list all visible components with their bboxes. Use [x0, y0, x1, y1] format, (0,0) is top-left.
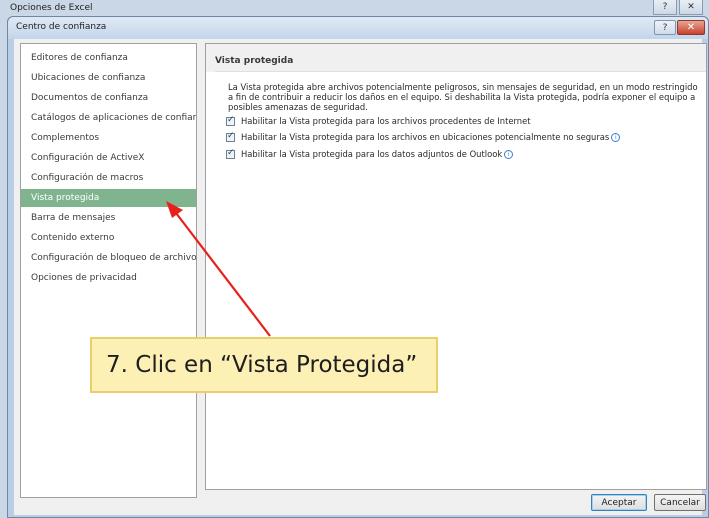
section-header: Vista protegida: [206, 44, 706, 72]
accept-button[interactable]: Aceptar: [591, 494, 647, 511]
option-internet-files[interactable]: Habilitar la Vista protegida para los ar…: [226, 115, 531, 127]
section-divider: [215, 71, 706, 72]
sidebar-item-file-block-settings[interactable]: Configuración de bloqueo de archivos: [21, 249, 196, 267]
background-window-title: Opciones de Excel: [10, 3, 93, 13]
info-icon[interactable]: i: [611, 132, 621, 142]
sidebar-item-privacy-options[interactable]: Opciones de privacidad: [21, 269, 196, 287]
sidebar-item-trusted-documents[interactable]: Documentos de confianza: [21, 89, 196, 107]
sidebar-item-trusted-publishers[interactable]: Editores de confianza: [21, 49, 196, 67]
protected-view-description: La Vista protegida abre archivos potenci…: [228, 82, 698, 112]
background-help-button[interactable]: ?: [653, 0, 677, 15]
annotation-callout: 7. Clic en “Vista Protegida”: [90, 337, 438, 393]
sidebar-item-activex-settings[interactable]: Configuración de ActiveX: [21, 149, 196, 167]
option-internet-files-label: Habilitar la Vista protegida para los ar…: [241, 116, 531, 126]
option-unsafe-locations-label: Habilitar la Vista protegida para los ar…: [241, 132, 610, 142]
option-unsafe-locations[interactable]: Habilitar la Vista protegida para los ar…: [226, 131, 621, 143]
checkbox-internet-files[interactable]: [226, 115, 235, 126]
help-button[interactable]: ?: [654, 20, 676, 35]
trust-center-sidebar: Editores de confianza Ubicaciones de con…: [20, 43, 197, 498]
checkbox-unsafe-locations[interactable]: [226, 131, 235, 142]
sidebar-item-protected-view[interactable]: Vista protegida: [21, 189, 196, 207]
info-icon[interactable]: i: [504, 149, 514, 159]
protected-view-panel: Vista protegida La Vista protegida abre …: [205, 43, 707, 490]
sidebar-item-message-bar[interactable]: Barra de mensajes: [21, 209, 196, 227]
checkbox-outlook-attachments[interactable]: [226, 148, 235, 159]
sidebar-item-external-content[interactable]: Contenido externo: [21, 229, 196, 247]
dialog-title: Centro de confianza: [16, 22, 107, 32]
sidebar-item-trusted-app-catalogs[interactable]: Catálogos de aplicaciones de confianza: [21, 109, 196, 127]
section-title: Vista protegida: [215, 56, 294, 66]
cancel-button[interactable]: Cancelar: [654, 494, 706, 511]
sidebar-item-add-ins[interactable]: Complementos: [21, 129, 196, 147]
background-close-button[interactable]: ✕: [679, 0, 703, 15]
dialog-titlebar[interactable]: Centro de confianza ? ✕: [8, 17, 708, 39]
option-outlook-attachments-label: Habilitar la Vista protegida para los da…: [241, 149, 503, 159]
option-outlook-attachments[interactable]: Habilitar la Vista protegida para los da…: [226, 148, 514, 160]
sidebar-item-macro-settings[interactable]: Configuración de macros: [21, 169, 196, 187]
sidebar-item-trusted-locations[interactable]: Ubicaciones de confianza: [21, 69, 196, 87]
close-button[interactable]: ✕: [677, 20, 705, 35]
